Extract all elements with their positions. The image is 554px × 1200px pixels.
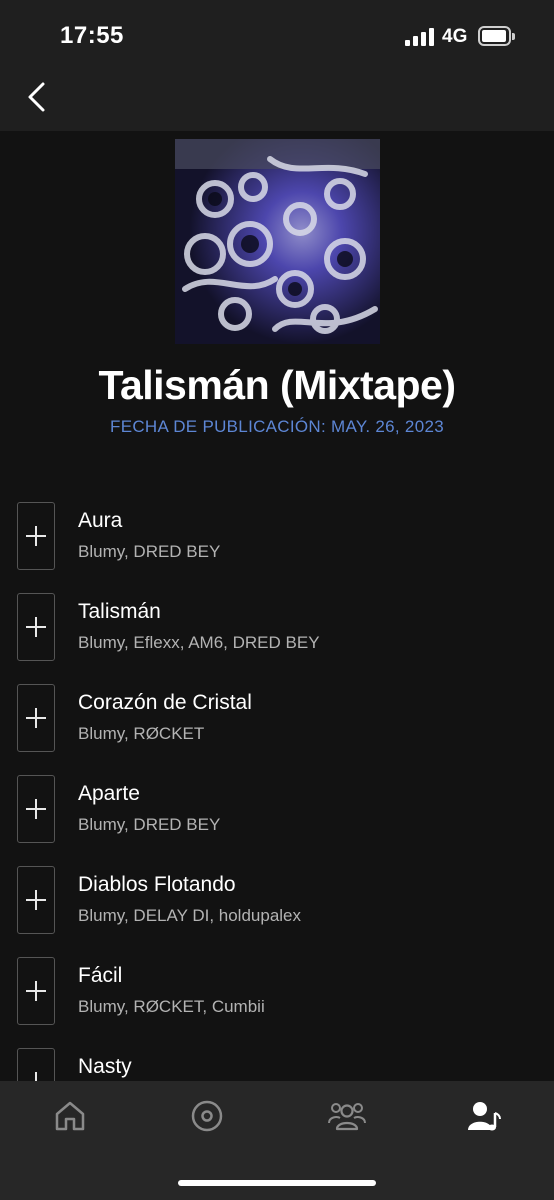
- battery-icon: [478, 26, 515, 46]
- album-cover: [175, 139, 380, 344]
- track-title: Diablos Flotando: [78, 873, 236, 896]
- add-track-button[interactable]: [17, 684, 55, 752]
- status-time: 17:55: [60, 22, 124, 49]
- track-title: Fácil: [78, 964, 123, 987]
- track-title: Nasty: [78, 1055, 132, 1078]
- track-list: Aura Blumy, DRED BEY Talismán Blumy, Efl…: [0, 490, 554, 1081]
- vinyl-icon: [191, 1100, 223, 1132]
- plus-icon: [26, 526, 46, 546]
- home-indicator[interactable]: [178, 1180, 376, 1186]
- track-title: Talismán: [78, 600, 161, 623]
- plus-icon: [26, 617, 46, 637]
- track-artists: Blumy, RØCKET, Cumbii: [78, 997, 265, 1016]
- chevron-left-icon: [28, 82, 45, 112]
- tab-artist-profile[interactable]: [449, 1095, 519, 1165]
- status-bar: 17:55 4G: [0, 0, 554, 72]
- track-artists: Blumy, RØCKET: [78, 724, 205, 743]
- friends-icon: [328, 1103, 366, 1131]
- tab-home[interactable]: [35, 1095, 105, 1165]
- track-title: Aura: [78, 509, 123, 532]
- track-artists: Blumy, DELAY DI, holdupalex: [78, 906, 302, 925]
- network-type: 4G: [442, 26, 468, 47]
- plus-icon: [26, 1072, 46, 1081]
- plus-icon: [26, 981, 46, 1001]
- track-row[interactable]: Diablos Flotando Blumy, DELAY DI, holdup…: [0, 854, 554, 945]
- track-row[interactable]: Corazón de Cristal Blumy, RØCKET: [0, 672, 554, 763]
- track-row[interactable]: Nasty: [0, 1036, 554, 1081]
- track-title: Aparte: [78, 782, 140, 805]
- top-header: 17:55 4G: [0, 0, 554, 131]
- tab-browse[interactable]: [172, 1095, 242, 1165]
- track-artists: Blumy, DRED BEY: [78, 815, 221, 834]
- track-row[interactable]: Talismán Blumy, Eflexx, AM6, DRED BEY: [0, 581, 554, 672]
- signal-strength-icon: [405, 28, 435, 46]
- home-icon: [55, 1101, 85, 1131]
- add-track-button[interactable]: [17, 593, 55, 661]
- tab-friends[interactable]: [310, 1095, 380, 1165]
- add-track-button[interactable]: [17, 775, 55, 843]
- track-row[interactable]: Fácil Blumy, RØCKET, Cumbii: [0, 945, 554, 1036]
- plus-icon: [26, 890, 46, 910]
- plus-icon: [26, 799, 46, 819]
- add-track-button[interactable]: [17, 502, 55, 570]
- add-track-button[interactable]: [17, 957, 55, 1025]
- plus-icon: [26, 708, 46, 728]
- track-artists: Blumy, DRED BEY: [78, 542, 221, 561]
- track-row[interactable]: Aura Blumy, DRED BEY: [0, 490, 554, 581]
- add-track-button[interactable]: [17, 866, 55, 934]
- artist-profile-icon: [468, 1102, 501, 1131]
- track-row[interactable]: Aparte Blumy, DRED BEY: [0, 763, 554, 854]
- release-date: FECHA DE PUBLICACIÓN: MAY. 26, 2023: [110, 417, 444, 436]
- album-title: Talismán (Mixtape): [98, 362, 456, 408]
- add-track-button[interactable]: [17, 1048, 55, 1081]
- back-button[interactable]: [20, 78, 54, 116]
- track-title: Corazón de Cristal: [78, 691, 252, 714]
- track-artists: Blumy, Eflexx, AM6, DRED BEY: [78, 633, 320, 652]
